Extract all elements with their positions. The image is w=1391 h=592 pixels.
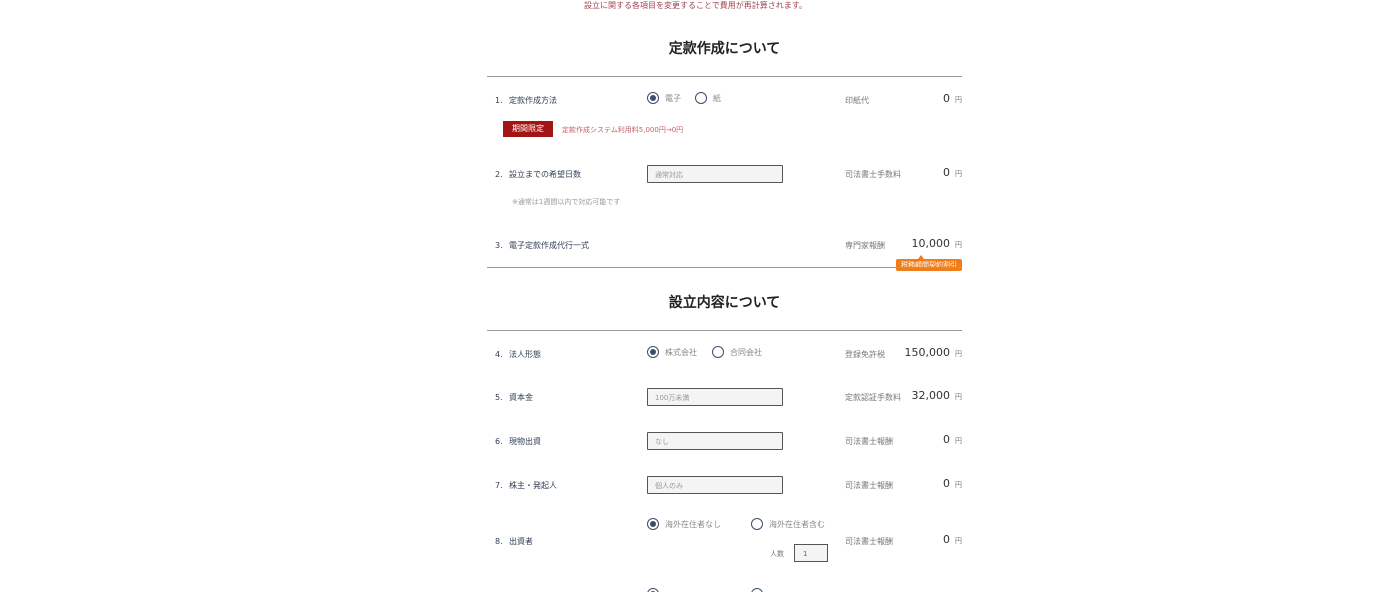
radio-kabushiki-kaisha[interactable]: 株式会社: [647, 346, 697, 358]
fee-label: 登録免許税: [845, 350, 885, 359]
row-next-partial: [487, 588, 962, 592]
fee-value: 0: [943, 533, 950, 546]
limited-time-badge: 期間限定: [503, 121, 553, 137]
capital-select[interactable]: 100万未満: [647, 388, 783, 406]
radio-checked-icon: [647, 588, 659, 592]
row-label: 6. 現物出資: [495, 436, 541, 447]
row-in-kind-contribution: 6. 現物出資 なし 司法書士報酬 0 円: [487, 432, 962, 450]
radio-label: 株式会社: [665, 347, 697, 357]
radio-unchecked-icon: [695, 92, 707, 104]
fee-value: 32,000: [911, 389, 951, 402]
count-label: 人数: [770, 550, 784, 558]
row-label: 7. 株主・発起人: [495, 480, 557, 491]
radio-paper[interactable]: 紙: [695, 92, 721, 104]
row-number: 2.: [495, 170, 503, 179]
investor-count-input[interactable]: 1: [794, 544, 828, 562]
row-label-text: 設立までの希望日数: [509, 170, 581, 179]
row-desired-days: 2. 設立までの希望日数 通常対応 司法書士手数料 0 円 ※通常は1週間以内で対…: [487, 165, 962, 210]
fee-value: 0: [943, 433, 950, 446]
section-title-establishment: 設立内容について: [668, 295, 781, 311]
radio-unchecked-icon: [712, 346, 724, 358]
row-label-text: 法人形態: [509, 350, 541, 359]
row-label: 4. 法人形態: [495, 349, 541, 360]
row-label: 5. 資本金: [495, 392, 533, 403]
row-label: 1. 定款作成方法: [495, 95, 557, 106]
fee-value: 0: [943, 92, 950, 105]
row-number: 3.: [495, 241, 503, 250]
fee-label: 司法書士手数料: [845, 170, 901, 179]
radio-partial[interactable]: [647, 588, 665, 592]
row-label: 3. 電子定款作成代行一式: [495, 240, 589, 251]
shareholders-select[interactable]: 個人のみ: [647, 476, 783, 494]
fee-value: 0: [943, 477, 950, 490]
row-label-text: 電子定款作成代行一式: [509, 241, 589, 250]
radio-label: 合同会社: [730, 347, 762, 357]
radio-partial[interactable]: [751, 588, 769, 592]
radio-electronic[interactable]: 電子: [647, 92, 681, 104]
divider: [487, 267, 962, 268]
fee-value: 10,000: [911, 237, 951, 250]
radio-checked-icon: [647, 92, 659, 104]
radio-includes-overseas-residents[interactable]: 海外在住者含む: [751, 518, 825, 530]
fee-label: 司法書士報酬: [845, 437, 893, 446]
row-number: 8.: [495, 537, 503, 546]
fee-label: 司法書士報酬: [845, 481, 893, 490]
radio-unchecked-icon: [751, 518, 763, 530]
row-label: 2. 設立までの希望日数: [495, 169, 581, 180]
fee-value: 150,000: [904, 346, 951, 359]
radio-label: 海外在住者なし: [665, 519, 721, 529]
radio-label: 紙: [713, 93, 721, 103]
radio-no-overseas-residents[interactable]: 海外在住者なし: [647, 518, 721, 530]
row-number: 4.: [495, 350, 503, 359]
fee-unit: 円: [955, 170, 962, 178]
row-number: 6.: [495, 437, 503, 446]
fee-unit: 円: [955, 96, 962, 104]
row-number: 1.: [495, 96, 503, 105]
fee-unit: 円: [955, 393, 962, 401]
divider: [487, 330, 962, 331]
radio-label: 海外在住者含む: [769, 519, 825, 529]
row-label-text: 出資者: [509, 537, 533, 546]
fee-label: 印紙代: [845, 96, 869, 105]
radio-unchecked-icon: [751, 588, 763, 592]
radio-label: 電子: [665, 93, 681, 103]
recalculation-notice: 設立に関する各項目を変更することで費用が再計算されます。: [584, 1, 807, 10]
section-title-articles: 定款作成について: [668, 41, 781, 57]
row-articles-method: 1. 定款作成方法 電子 紙 印紙代 0 円 期間限定 定款作成システム利用料5,…: [487, 92, 962, 142]
row-label-text: 株主・発起人: [509, 481, 557, 490]
row-shareholders-promoters: 7. 株主・発起人 個人のみ 司法書士報酬 0 円: [487, 476, 962, 494]
row-number: 5.: [495, 393, 503, 402]
row-number: 7.: [495, 481, 503, 490]
desired-days-select[interactable]: 通常対応: [647, 165, 783, 183]
fee-unit: 円: [955, 481, 962, 489]
divider: [487, 76, 962, 77]
row-label-text: 定款作成方法: [509, 96, 557, 105]
fee-unit: 円: [955, 350, 962, 358]
promo-text: 定款作成システム利用料5,000円→0円: [562, 126, 684, 134]
radio-checked-icon: [647, 518, 659, 530]
tax-advisor-discount-badge: 税務顧問契約割引: [896, 255, 962, 271]
fee-label: 司法書士報酬: [845, 537, 893, 546]
fee-unit: 円: [955, 437, 962, 445]
row-investors: 8. 出資者 海外在住者なし 海外在住者含む 人数 1 司法書士報酬 0 円: [487, 518, 962, 566]
row-corporate-form: 4. 法人形態 株式会社 合同会社 登録免許税 150,000 円: [487, 346, 962, 362]
in-kind-contribution-select[interactable]: なし: [647, 432, 783, 450]
fee-unit: 円: [955, 537, 962, 545]
fee-label: 定款認証手数料: [845, 393, 901, 402]
fee-value: 0: [943, 166, 950, 179]
fee-label: 専門家報酬: [845, 241, 885, 250]
radio-godo-kaisha[interactable]: 合同会社: [712, 346, 762, 358]
fee-simulator-page: 設立に関する各項目を変更することで費用が再計算されます。 定款作成について 1.…: [0, 0, 1391, 592]
fee-unit: 円: [955, 241, 962, 249]
row-label: 8. 出資者: [495, 536, 533, 547]
row-label-text: 現物出資: [509, 437, 541, 446]
timing-note: ※通常は1週間以内で対応可能です: [512, 198, 621, 206]
row-capital: 5. 資本金 100万未満 定款認証手数料 32,000 円: [487, 388, 962, 406]
row-label-text: 資本金: [509, 393, 533, 402]
radio-checked-icon: [647, 346, 659, 358]
